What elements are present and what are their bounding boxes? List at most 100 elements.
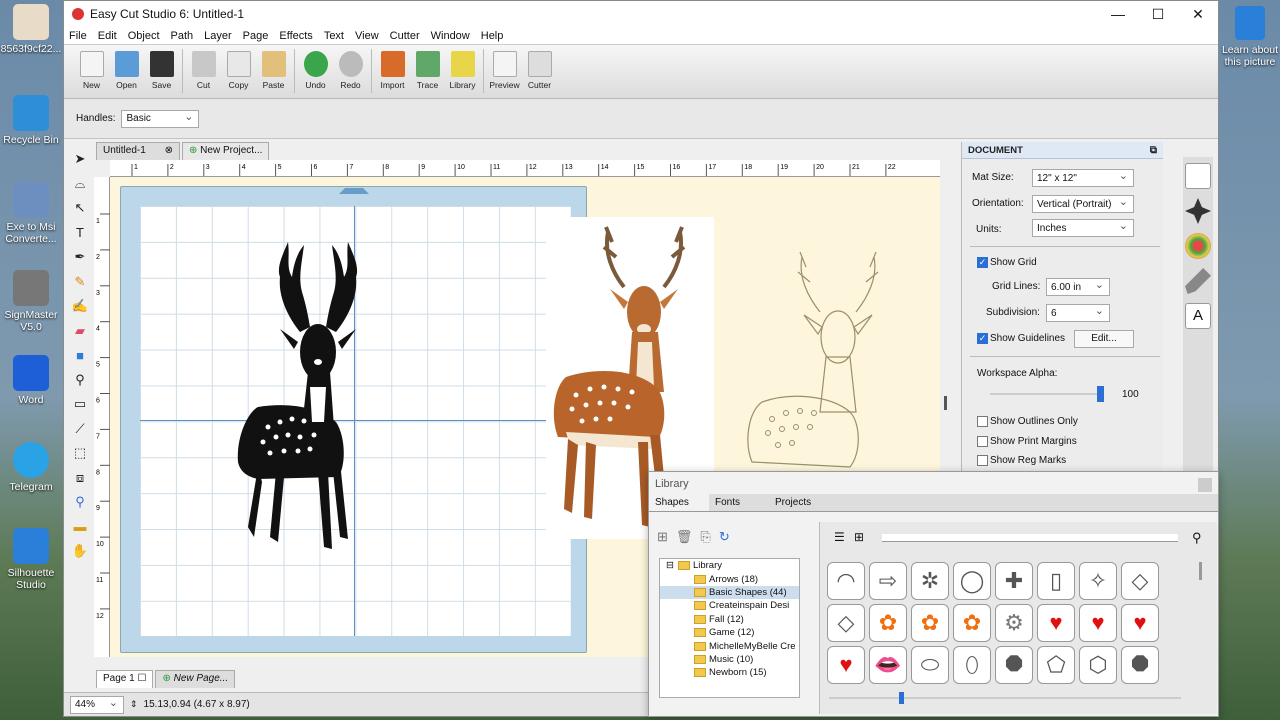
library-close-icon[interactable] — [1198, 478, 1212, 492]
color-palette-icon[interactable] — [1185, 233, 1211, 259]
direct-select-tool-icon[interactable]: ↖ — [70, 198, 90, 218]
node-edit-tool-icon[interactable]: ⌓ — [70, 174, 90, 194]
shape-cell[interactable]: ⬡ — [1079, 646, 1117, 684]
shape-cell[interactable]: ✿ — [911, 604, 949, 642]
panel-float-icon[interactable]: ⧉ — [1150, 145, 1157, 156]
cutter-button[interactable]: Cutter — [522, 49, 557, 90]
shape-cell[interactable]: ♥ — [827, 646, 865, 684]
desktop-icon-recycle-bin[interactable]: Recycle Bin — [0, 95, 62, 146]
tree-item[interactable]: Game (12) — [660, 626, 799, 639]
trace-button[interactable]: Trace — [410, 49, 445, 90]
paste-button[interactable]: Paste — [256, 49, 291, 90]
show-outlines-checkbox[interactable]: Show Outlines Only — [977, 416, 1078, 427]
menu-view[interactable]: View — [355, 30, 379, 42]
tab-projects[interactable]: Projects — [769, 494, 829, 511]
select-tool-icon[interactable]: ➤ — [70, 149, 90, 169]
eyedropper-tool-icon[interactable]: ⚲ — [70, 370, 90, 390]
tab-new-project[interactable]: ⊕ New Project... — [181, 142, 270, 160]
menu-edit[interactable]: Edit — [98, 30, 117, 42]
tab-new-page[interactable]: ⊕ New Page... — [155, 670, 236, 688]
tree-item[interactable]: Arrows (18) — [660, 572, 799, 585]
desktop-icon-telegram[interactable]: Telegram — [0, 442, 62, 493]
document-panel-icon[interactable] — [1185, 163, 1211, 189]
save-button[interactable]: Save — [144, 49, 179, 90]
shape-cell[interactable]: ▯ — [1037, 562, 1075, 600]
tab-shapes[interactable]: Shapes — [649, 494, 709, 511]
tab-untitled[interactable]: Untitled-1 ⊗ — [96, 142, 180, 160]
shape-cell[interactable]: ♥ — [1037, 604, 1075, 642]
list-view-icon[interactable]: ☰ — [834, 530, 845, 544]
deer-silhouette-image[interactable] — [218, 237, 398, 562]
shape-cell[interactable]: ⬭ — [911, 646, 949, 684]
shape-cell[interactable]: ◠ — [827, 562, 865, 600]
hand-tool-icon[interactable]: ✋ — [70, 541, 90, 561]
menu-text[interactable]: Text — [324, 30, 344, 42]
undo-button[interactable]: Undo — [298, 49, 333, 90]
tree-item[interactable]: Newborn (15) — [660, 666, 799, 679]
brush-tool-icon[interactable]: ✍ — [70, 296, 90, 316]
learn-about-picture[interactable]: Learn about this picture — [1220, 6, 1280, 68]
zoom-select[interactable]: 44% — [70, 695, 124, 714]
grid-lines-input[interactable]: 6.00 in — [1046, 278, 1110, 296]
cut-button[interactable]: Cut — [186, 49, 221, 90]
show-guidelines-checkbox[interactable]: ✓ Show Guidelines — [977, 333, 1065, 344]
shape-cell[interactable]: ✚ — [995, 562, 1033, 600]
alpha-slider-track[interactable] — [990, 393, 1100, 395]
tree-item[interactable]: Createinspain Desi — [660, 599, 799, 612]
tree-item[interactable]: Music (10) — [660, 653, 799, 666]
close-tab-icon[interactable]: ⊗ — [165, 145, 173, 156]
shape-scrollbar[interactable] — [1199, 562, 1202, 580]
units-select[interactable]: Inches — [1032, 219, 1134, 237]
text-panel-icon[interactable]: A — [1185, 303, 1211, 329]
orientation-select[interactable]: Vertical (Portrait) — [1032, 195, 1134, 213]
delete-icon[interactable]: 🗑 — [676, 529, 693, 545]
text-tool-icon[interactable]: T — [70, 223, 90, 243]
open-button[interactable]: Open — [109, 49, 144, 90]
eraser-tool-icon[interactable]: ▰ — [70, 321, 90, 341]
desktop-icon-signmaster[interactable]: SignMaster V5.0 — [0, 270, 62, 333]
shape-cell[interactable]: ◯ — [953, 562, 991, 600]
transform-tool-icon[interactable]: ⬚ — [70, 443, 90, 463]
size-slider-handle[interactable] — [899, 692, 904, 704]
menu-object[interactable]: Object — [128, 30, 160, 42]
import-icon[interactable]: ⎘ — [700, 529, 710, 545]
tree-item[interactable]: MichelleMyBelle Cre — [660, 639, 799, 652]
show-print-margins-checkbox[interactable]: Show Print Margins — [977, 436, 1077, 447]
tree-item[interactable]: Fall (12) — [660, 613, 799, 626]
redo-button[interactable]: Redo — [333, 49, 368, 90]
alpha-slider-handle[interactable] — [1097, 386, 1104, 402]
size-slider-track[interactable] — [829, 697, 1181, 699]
preview-button[interactable]: Preview — [487, 49, 522, 90]
edit-guidelines-button[interactable]: Edit... — [1074, 330, 1134, 348]
move-panel-icon[interactable] — [1185, 198, 1211, 224]
library-button[interactable]: Library — [445, 49, 480, 90]
new-folder-icon[interactable]: ⊞ — [657, 529, 668, 545]
shape-cell[interactable]: ♥ — [1079, 604, 1117, 642]
tab-fonts[interactable]: Fonts — [709, 494, 769, 511]
menu-effects[interactable]: Effects — [279, 30, 312, 42]
menu-help[interactable]: Help — [481, 30, 504, 42]
shape-cell[interactable]: ✿ — [869, 604, 907, 642]
rectangle-tool-icon[interactable]: ■ — [70, 345, 90, 365]
show-grid-checkbox[interactable]: ✓ Show Grid — [977, 257, 1037, 268]
show-reg-marks-checkbox[interactable]: Show Reg Marks — [977, 455, 1066, 466]
shape-cell[interactable]: ♥ — [1121, 604, 1159, 642]
search-icon[interactable]: ⚲ — [1192, 530, 1202, 546]
shape-cell[interactable]: ✧ — [1079, 562, 1117, 600]
shape-cell[interactable]: ✿ — [953, 604, 991, 642]
desktop-icon-image[interactable]: 8563f9cf22... — [0, 4, 62, 55]
subdivision-input[interactable]: 6 — [1046, 304, 1110, 322]
deer-outline-image[interactable] — [738, 237, 918, 477]
pencil-tool-icon[interactable]: ✎ — [70, 272, 90, 292]
zoom-tool-icon[interactable]: ⚲ — [70, 492, 90, 512]
shape-cell[interactable]: ✲ — [911, 562, 949, 600]
tree-item[interactable]: Basic Shapes (44) — [660, 585, 799, 600]
menu-page[interactable]: Page — [243, 30, 269, 42]
shape-search-input[interactable] — [882, 534, 1178, 542]
import-button[interactable]: Import — [375, 49, 410, 90]
measure-tool-icon[interactable]: ▬ — [70, 517, 90, 537]
menu-file[interactable]: File — [69, 30, 87, 42]
shape-cell[interactable]: ◇ — [1121, 562, 1159, 600]
zoom-stepper[interactable]: ⇕ — [130, 699, 138, 710]
shape-cell[interactable]: ⯃ — [1121, 646, 1159, 684]
